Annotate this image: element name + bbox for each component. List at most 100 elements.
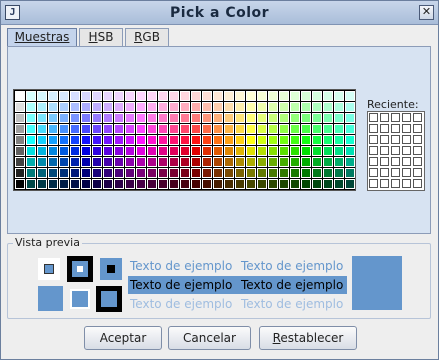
color-swatch[interactable] (312, 146, 322, 156)
color-swatch[interactable] (48, 102, 58, 112)
color-swatch[interactable] (114, 135, 124, 145)
color-swatch[interactable] (290, 102, 300, 112)
color-swatch[interactable] (92, 124, 102, 134)
color-swatch[interactable] (125, 146, 135, 156)
color-swatch[interactable] (224, 179, 234, 189)
color-swatch[interactable] (334, 91, 344, 101)
color-swatch[interactable] (59, 91, 69, 101)
color-swatch[interactable] (279, 157, 289, 167)
color-swatch[interactable] (48, 168, 58, 178)
color-swatch[interactable] (323, 102, 333, 112)
color-swatch[interactable] (202, 157, 212, 167)
color-swatch[interactable] (169, 124, 179, 134)
color-swatch[interactable] (59, 124, 69, 134)
color-swatch[interactable] (202, 102, 212, 112)
color-swatch[interactable] (37, 135, 47, 145)
recent-swatch[interactable] (402, 124, 411, 133)
color-swatch[interactable] (279, 124, 289, 134)
color-swatch[interactable] (169, 135, 179, 145)
color-swatch[interactable] (246, 146, 256, 156)
color-swatch[interactable] (180, 91, 190, 101)
reset-button[interactable]: Restablecer (259, 326, 357, 350)
color-swatch[interactable] (103, 102, 113, 112)
color-swatch[interactable] (125, 157, 135, 167)
color-swatch[interactable] (158, 113, 168, 123)
recent-swatch[interactable] (391, 146, 400, 155)
color-swatch[interactable] (312, 168, 322, 178)
recent-swatch[interactable] (413, 179, 422, 188)
recent-swatch[interactable] (413, 168, 422, 177)
color-swatch[interactable] (290, 157, 300, 167)
recent-swatch[interactable] (413, 124, 422, 133)
color-swatch[interactable] (334, 102, 344, 112)
color-swatch[interactable] (136, 102, 146, 112)
color-swatch[interactable] (268, 102, 278, 112)
color-swatch[interactable] (92, 179, 102, 189)
color-swatch[interactable] (15, 124, 25, 134)
color-swatch[interactable] (213, 124, 223, 134)
color-swatch[interactable] (103, 179, 113, 189)
color-swatch[interactable] (15, 113, 25, 123)
color-swatch[interactable] (257, 168, 267, 178)
color-swatch[interactable] (81, 91, 91, 101)
recent-swatch[interactable] (369, 157, 378, 166)
color-swatch[interactable] (202, 179, 212, 189)
color-swatch[interactable] (147, 113, 157, 123)
recent-swatch-grid[interactable] (367, 111, 425, 191)
color-swatch[interactable] (323, 179, 333, 189)
tab-hsb[interactable]: HSB (79, 28, 123, 46)
color-swatch[interactable] (114, 102, 124, 112)
color-swatch[interactable] (312, 157, 322, 167)
color-swatch[interactable] (202, 113, 212, 123)
recent-swatch[interactable] (369, 113, 378, 122)
color-swatch[interactable] (191, 146, 201, 156)
color-swatch[interactable] (290, 91, 300, 101)
color-swatch[interactable] (103, 146, 113, 156)
color-swatch[interactable] (158, 168, 168, 178)
color-swatch[interactable] (158, 124, 168, 134)
color-swatch[interactable] (180, 113, 190, 123)
recent-swatch[interactable] (402, 157, 411, 166)
color-swatch[interactable] (235, 113, 245, 123)
color-swatch[interactable] (125, 91, 135, 101)
color-swatch[interactable] (70, 102, 80, 112)
color-swatch[interactable] (70, 179, 80, 189)
color-swatch[interactable] (301, 124, 311, 134)
color-swatch[interactable] (312, 91, 322, 101)
color-swatch[interactable] (180, 157, 190, 167)
color-swatch[interactable] (37, 157, 47, 167)
color-swatch[interactable] (114, 157, 124, 167)
recent-swatch[interactable] (369, 146, 378, 155)
color-swatch[interactable] (147, 124, 157, 134)
color-swatch[interactable] (158, 135, 168, 145)
color-swatch[interactable] (136, 124, 146, 134)
color-swatch[interactable] (235, 91, 245, 101)
color-swatch[interactable] (213, 135, 223, 145)
color-swatch[interactable] (213, 91, 223, 101)
color-swatch[interactable] (59, 135, 69, 145)
color-swatch[interactable] (136, 146, 146, 156)
recent-swatch[interactable] (391, 157, 400, 166)
color-swatch[interactable] (92, 135, 102, 145)
color-swatch[interactable] (246, 179, 256, 189)
color-swatch[interactable] (301, 135, 311, 145)
color-swatch[interactable] (191, 179, 201, 189)
recent-swatch[interactable] (402, 146, 411, 155)
color-swatch[interactable] (323, 157, 333, 167)
color-swatch[interactable] (92, 91, 102, 101)
color-swatch[interactable] (37, 124, 47, 134)
color-swatch[interactable] (191, 168, 201, 178)
color-swatch[interactable] (103, 124, 113, 134)
color-swatch[interactable] (257, 113, 267, 123)
color-swatch[interactable] (70, 91, 80, 101)
color-swatch[interactable] (147, 102, 157, 112)
recent-swatch[interactable] (391, 113, 400, 122)
color-swatch[interactable] (290, 113, 300, 123)
color-swatch[interactable] (268, 157, 278, 167)
color-swatch[interactable] (169, 179, 179, 189)
cancel-button[interactable]: Cancelar (168, 326, 251, 350)
color-swatch[interactable] (345, 157, 355, 167)
accept-button[interactable]: Aceptar (84, 326, 162, 350)
color-swatch[interactable] (301, 91, 311, 101)
color-swatch[interactable] (235, 168, 245, 178)
